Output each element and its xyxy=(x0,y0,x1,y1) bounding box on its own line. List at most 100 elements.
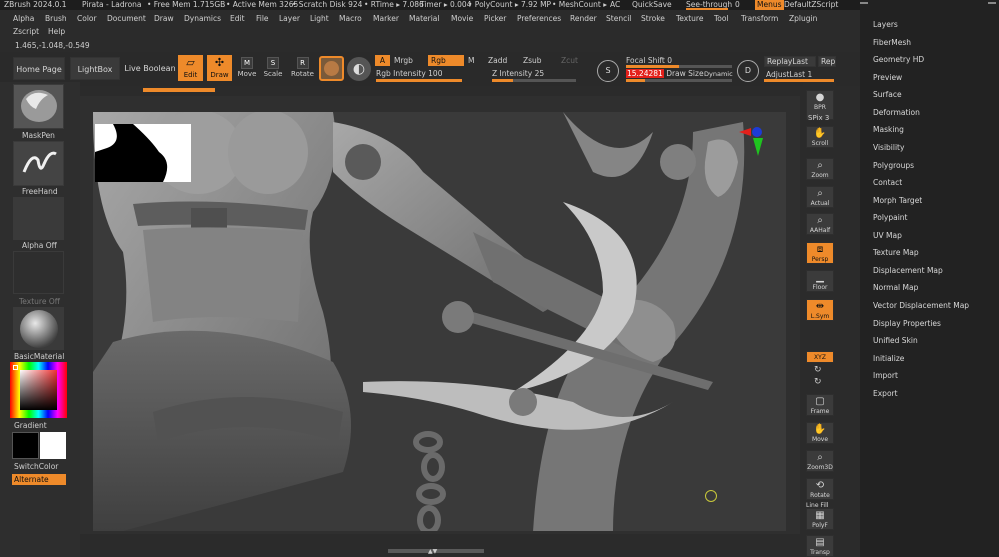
subpalette-morph-target[interactable]: Morph Target xyxy=(873,196,922,205)
frame-button[interactable]: ▢ Frame xyxy=(806,394,834,416)
rgb-intensity-track[interactable] xyxy=(376,79,462,82)
menu-draw[interactable]: Draw xyxy=(154,12,174,25)
color-picker[interactable] xyxy=(10,362,67,418)
texture-thumbnail[interactable] xyxy=(13,251,64,294)
subpalette-texture-map[interactable]: Texture Map xyxy=(873,248,919,257)
subpalette-polypaint[interactable]: Polypaint xyxy=(873,213,908,222)
lightbox-button[interactable]: LightBox xyxy=(70,57,120,80)
subpalette-contact[interactable]: Contact xyxy=(873,178,902,187)
rotate-y-icon[interactable]: ↻ xyxy=(814,365,822,375)
subpalette-polygroups[interactable]: Polygroups xyxy=(873,161,914,170)
quicksave-button[interactable]: QuickSave xyxy=(632,0,672,10)
move-button[interactable]: M Move xyxy=(236,55,258,81)
menu-layer[interactable]: Layer xyxy=(279,12,300,25)
subpalette-normal-map[interactable]: Normal Map xyxy=(873,283,918,292)
rotate-view-button[interactable]: ⟲ Rotate xyxy=(806,478,834,500)
transp-button[interactable]: ▤ Transp xyxy=(806,535,834,557)
xyz-rotate-button[interactable]: XYZ xyxy=(806,351,834,363)
focal-shift-track[interactable] xyxy=(626,65,732,68)
menu-zplugin[interactable]: Zplugin xyxy=(789,12,817,25)
menu-brush[interactable]: Brush xyxy=(45,12,67,25)
menu-help[interactable]: Help xyxy=(48,26,65,38)
d-ring-icon[interactable]: D xyxy=(737,60,759,82)
rotate-z-icon[interactable]: ↻ xyxy=(814,377,822,387)
menu-render[interactable]: Render xyxy=(570,12,597,25)
menu-transform[interactable]: Transform xyxy=(741,12,778,25)
alpha-thumbnail[interactable] xyxy=(13,197,64,240)
menu-stencil[interactable]: Stencil xyxy=(606,12,631,25)
material-thumbnail[interactable] xyxy=(13,307,64,350)
navigation-gizmo[interactable] xyxy=(739,126,765,164)
live-boolean-button[interactable]: Live Boolean xyxy=(124,57,176,80)
adjust-last-slider[interactable]: AdjustLast 1 xyxy=(766,70,812,79)
aahalf-button[interactable]: ⌕ AAHalf xyxy=(806,213,834,235)
draw-button[interactable]: ✣ Draw xyxy=(207,55,232,81)
menus-button[interactable]: Menus xyxy=(755,0,784,10)
3d-viewport[interactable] xyxy=(93,112,786,531)
zsub-button[interactable]: Zsub xyxy=(523,55,551,66)
menu-light[interactable]: Light xyxy=(310,12,329,25)
menu-texture[interactable]: Texture xyxy=(676,12,703,25)
menu-movie[interactable]: Movie xyxy=(451,12,473,25)
menu-tool[interactable]: Tool xyxy=(714,12,729,25)
menu-stroke[interactable]: Stroke xyxy=(641,12,665,25)
persp-button[interactable]: ⧈ Persp xyxy=(806,242,834,264)
subpalette-fibermesh[interactable]: FiberMesh xyxy=(873,38,911,47)
scroll-button[interactable]: ✋ Scroll xyxy=(806,126,834,148)
bottom-shelf-toggle-icon[interactable]: ▲▼ xyxy=(428,548,437,555)
subpalette-unified-skin[interactable]: Unified Skin xyxy=(873,336,918,345)
main-color-swatch[interactable] xyxy=(12,432,39,459)
palette-collapse-handle[interactable] xyxy=(988,2,996,4)
spotlight-button[interactable]: ◐ xyxy=(347,57,371,81)
menu-zscript[interactable]: Zscript xyxy=(13,26,39,38)
s-ring-icon[interactable]: S xyxy=(597,60,619,82)
subpalette-masking[interactable]: Masking xyxy=(873,125,904,134)
subpalette-initialize[interactable]: Initialize xyxy=(873,354,904,363)
zadd-button[interactable]: Zadd xyxy=(488,55,516,66)
menu-material[interactable]: Material xyxy=(409,12,439,25)
zoom-button[interactable]: ⌕ Zoom xyxy=(806,158,834,180)
rotate-button[interactable]: R Rotate xyxy=(290,55,315,81)
menu-macro[interactable]: Macro xyxy=(339,12,362,25)
home-page-button[interactable]: Home Page xyxy=(13,57,65,80)
spix-setting[interactable]: SPix 3 xyxy=(808,114,829,122)
polyf-button[interactable]: ▦ PolyF xyxy=(806,508,834,530)
menu-picker[interactable]: Picker xyxy=(484,12,506,25)
focal-shift-slider[interactable]: Focal Shift 0 xyxy=(626,56,672,65)
dynamic-button[interactable]: Dynamic xyxy=(704,70,733,78)
replay-last-button[interactable]: ReplayLast xyxy=(764,56,816,67)
palette-dock-handle[interactable] xyxy=(860,2,868,4)
actual-button[interactable]: ⌕ Actual xyxy=(806,186,834,208)
menu-edit[interactable]: Edit xyxy=(230,12,245,25)
move-view-button[interactable]: ✋ Move xyxy=(806,422,834,444)
subpalette-visibility[interactable]: Visibility xyxy=(873,143,904,152)
subpalette-geometry-hd[interactable]: Geometry HD xyxy=(873,55,924,64)
subpalette-import[interactable]: Import xyxy=(873,371,898,380)
floor-button[interactable]: ▁ Floor xyxy=(806,270,834,292)
rgb-button[interactable]: Rgb xyxy=(428,55,464,66)
m-button[interactable]: M xyxy=(468,55,478,66)
alternate-button[interactable]: Alternate xyxy=(12,474,66,485)
zcut-button[interactable]: Zcut xyxy=(561,55,585,66)
menu-preferences[interactable]: Preferences xyxy=(517,12,561,25)
secondary-color-swatch[interactable] xyxy=(40,432,66,459)
subpalette-displacement-map[interactable]: Displacement Map xyxy=(873,266,943,275)
sculptris-pro-button[interactable] xyxy=(319,56,344,81)
z-intensity-track[interactable] xyxy=(492,79,576,82)
subpalette-uv-map[interactable]: UV Map xyxy=(873,231,902,240)
subpalette-surface[interactable]: Surface xyxy=(873,90,902,99)
zoom3d-button[interactable]: ⌕ Zoom3D xyxy=(806,450,834,472)
lsym-button[interactable]: ⇹ L.Sym xyxy=(806,299,834,321)
subpalette-preview[interactable]: Preview xyxy=(873,73,902,82)
menu-document[interactable]: Document xyxy=(107,12,146,25)
menu-color[interactable]: Color xyxy=(77,12,97,25)
subpalette-layers[interactable]: Layers xyxy=(873,20,898,29)
replay-last-relative-button[interactable]: Rep xyxy=(818,56,836,67)
stroke-thumbnail[interactable] xyxy=(13,141,64,186)
gradient-label[interactable]: Gradient xyxy=(14,421,47,430)
draw-size-track[interactable] xyxy=(626,79,732,82)
a-button[interactable]: A xyxy=(375,55,390,66)
color-picker-square[interactable] xyxy=(20,370,57,410)
see-through-slider[interactable] xyxy=(686,8,728,10)
mrgb-button[interactable]: Mrgb xyxy=(394,55,422,66)
